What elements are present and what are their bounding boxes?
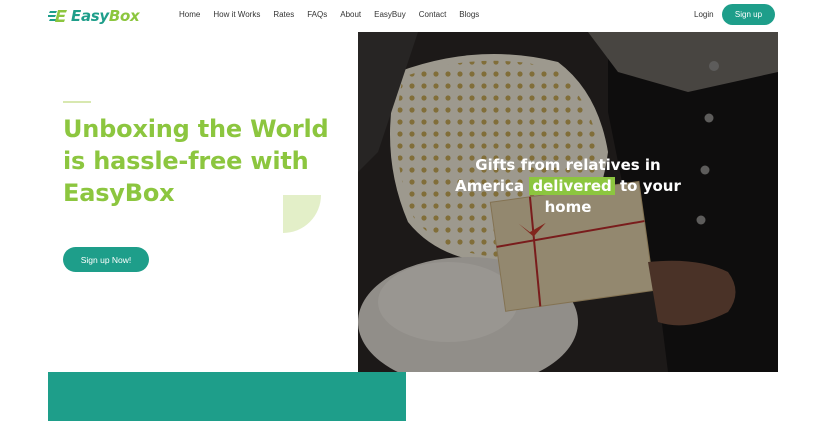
nav-easybuy[interactable]: EasyBuy [374, 10, 406, 20]
signup-button[interactable]: Sign up [722, 4, 775, 25]
site-header: EasyBox Home How it Works Rates FAQs Abo… [0, 0, 825, 32]
logo[interactable]: EasyBox [48, 7, 140, 25]
nav-faqs[interactable]: FAQs [307, 10, 327, 20]
nav-home[interactable]: Home [179, 10, 200, 20]
nav-how-it-works[interactable]: How it Works [213, 10, 260, 20]
teal-section-block [48, 372, 406, 421]
nav-blogs[interactable]: Blogs [459, 10, 479, 20]
login-link[interactable]: Login [694, 10, 714, 20]
easybox-logo-icon [48, 10, 67, 22]
main-nav: Home How it Works Rates FAQs About EasyB… [179, 10, 479, 20]
title-accent-line [63, 101, 91, 103]
nav-about[interactable]: About [340, 10, 361, 20]
hero-image: Gifts from relatives in America delivere… [358, 32, 778, 372]
caption-highlight: delivered [529, 177, 615, 195]
nav-rates[interactable]: Rates [273, 10, 294, 20]
image-caption: Gifts from relatives in America delivere… [455, 156, 681, 216]
signup-now-button[interactable]: Sign up Now! [63, 247, 149, 272]
logo-text: EasyBox [71, 7, 140, 25]
hero-title: Unboxing the World is hassle-free with E… [63, 115, 329, 207]
nav-contact[interactable]: Contact [419, 10, 447, 20]
